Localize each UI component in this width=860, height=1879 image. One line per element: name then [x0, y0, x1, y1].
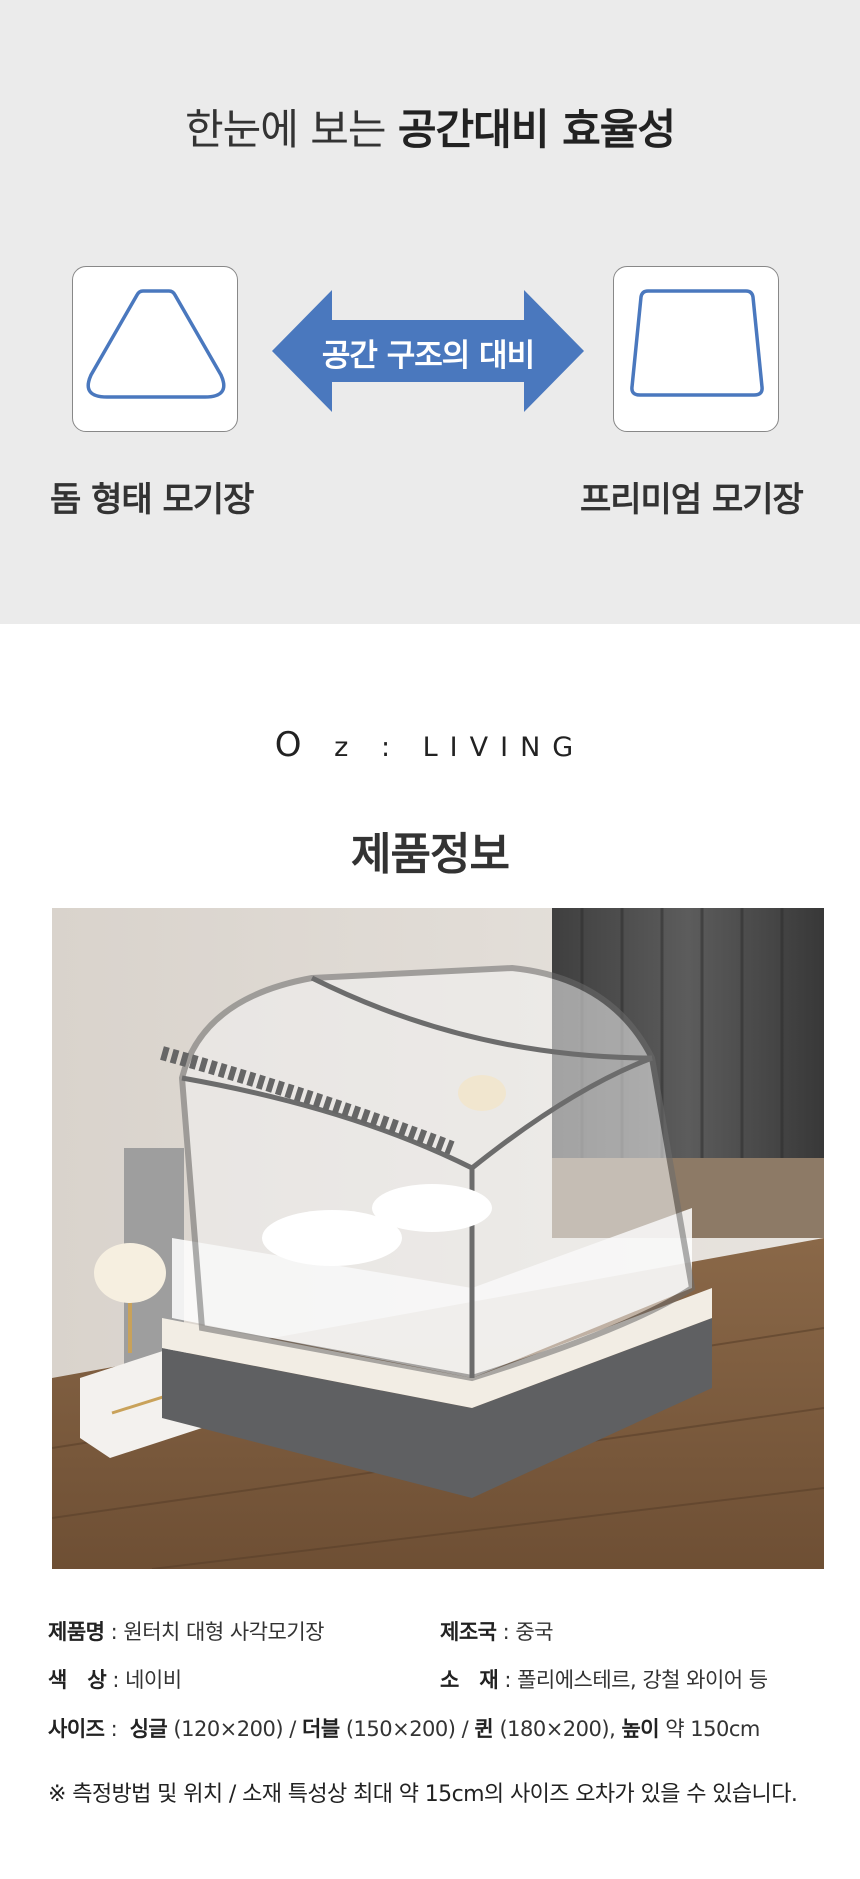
spec-double-value: (150×200) / [345, 1717, 469, 1741]
brand-colon: : [380, 732, 403, 763]
headline-light-text: 한눈에 보는 [184, 105, 387, 154]
spec-country-label: 제조국 [440, 1620, 497, 1644]
measurement-note: ※ 측정방법 및 위치 / 소재 특성상 최대 약 15cm의 사이즈 오차가 … [48, 1782, 798, 1807]
arrow-label: 공간 구조의 대비 [321, 338, 535, 374]
spec-height-label: 높이 [621, 1717, 660, 1741]
spec-double-label: 더블 [302, 1717, 340, 1741]
dome-shape-icon [72, 266, 238, 432]
spec-name-label: 제품명 [48, 1620, 105, 1644]
brand-z: z [334, 732, 361, 763]
square-shape-icon [613, 266, 779, 432]
spec-size: 사이즈 : 싱글 (120×200) / 더블 (150×200) / 퀸 (1… [48, 1717, 760, 1741]
spec-single-value: (120×200) / [173, 1717, 296, 1741]
spec-color-label: 색 상 [48, 1668, 107, 1692]
spec-material-value: 폴리에스테르, 강철 와이어 등 [517, 1668, 768, 1692]
spec-queen-value: (180×200), [499, 1717, 616, 1741]
product-photo [52, 908, 824, 1569]
spec-country-value: 중국 [515, 1620, 554, 1644]
spec-material: 소 재 : 폴리에스테르, 강철 와이어 등 [440, 1668, 768, 1692]
comparison-section: 한눈에 보는 공간대비 효율성 공간 구조의 대비 돔 형태 모기장 프리미엄 … [0, 0, 860, 624]
spec-country: 제조국 : 중국 [440, 1620, 554, 1644]
spec-size-label: 사이즈 [48, 1717, 105, 1741]
brand-logo: O z : LIVING [0, 725, 860, 765]
spec-height-value: 약 150cm [665, 1717, 760, 1741]
spec-product-name: 제품명 : 원터치 대형 사각모기장 [48, 1620, 324, 1644]
premium-caption: 프리미엄 모기장 [580, 480, 804, 520]
product-info-title: 제품정보 [351, 829, 510, 880]
spec-material-label: 소 재 [440, 1668, 499, 1692]
spec-queen-label: 퀸 [474, 1717, 494, 1741]
brand-o: O [274, 725, 314, 765]
spec-color-value: 네이비 [125, 1668, 182, 1692]
spec-single-label: 싱글 [129, 1717, 168, 1741]
spec-name-value: 원터치 대형 사각모기장 [123, 1620, 324, 1644]
dome-caption: 돔 형태 모기장 [50, 480, 254, 520]
brand-living: LIVING [422, 732, 586, 763]
comparison-headline: 한눈에 보는 공간대비 효율성 [0, 96, 860, 157]
headline-bold-text: 공간대비 효율성 [397, 105, 676, 154]
spec-color: 색 상 : 네이비 [48, 1668, 182, 1692]
